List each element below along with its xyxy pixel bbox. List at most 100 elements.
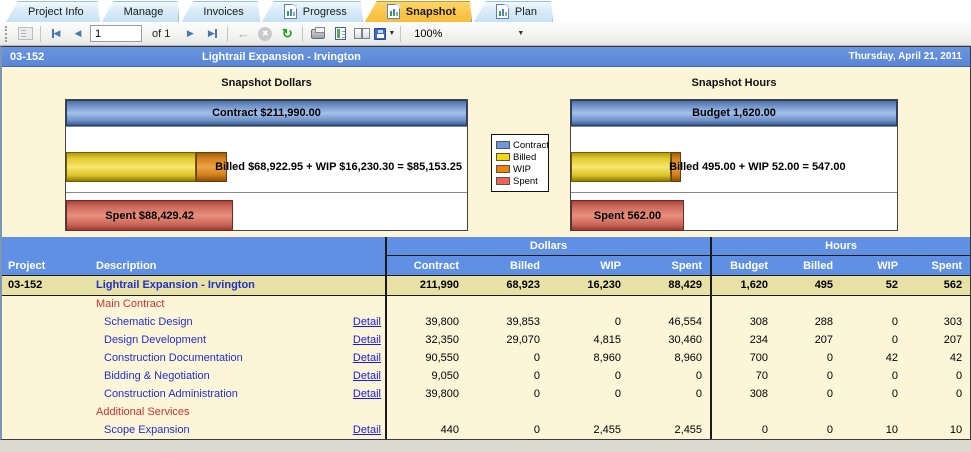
tab-label: Plan (515, 6, 537, 18)
spent-bar-label: Spent $88,429.42 (105, 210, 194, 222)
tab-invoices[interactable]: Invoices (181, 1, 259, 22)
col-wip-dollars: WIP (548, 255, 629, 275)
legend-item-billed: Billed (496, 151, 544, 163)
gridline (571, 192, 897, 193)
toolbar-grip[interactable] (5, 26, 10, 42)
group-dollars: Dollars (386, 237, 711, 255)
detail-link[interactable]: Detail (353, 370, 381, 382)
tab-label: Snapshot (406, 6, 456, 18)
stop-button[interactable]: ✖ (255, 24, 275, 44)
gridline (66, 192, 467, 193)
spent-bar: Spent $88,429.42 (66, 200, 233, 231)
section-label: Main Contract (90, 298, 164, 310)
zoom-caret-icon: ▼ (517, 30, 524, 37)
service-row: Scope ExpansionDetail 440 0 2,455 2,455 … (2, 421, 970, 439)
service-name: Construction Documentation (104, 352, 243, 364)
tab-project-info[interactable]: Project Info (6, 1, 100, 22)
detail-link[interactable]: Detail (353, 316, 381, 328)
page-number-input[interactable] (90, 25, 142, 42)
tab-strip: Project Info Manage Invoices Progress Sn… (0, 0, 971, 22)
snapshot-dollars-title: Snapshot Dollars (65, 77, 468, 89)
refresh-icon: ↻ (282, 26, 293, 42)
billed-wip-label: Billed 495.00 + WIP 52.00 = 547.00 (669, 152, 846, 182)
col-spent-hours: Spent (906, 255, 970, 275)
col-billed-dollars: Billed (467, 255, 548, 275)
detail-link[interactable]: Detail (353, 334, 381, 346)
next-page-button[interactable]: ▶ (180, 24, 200, 44)
col-project: Project (2, 237, 90, 275)
total-description: Lightrail Expansion - Irvington (90, 275, 386, 295)
back-arrow-icon: ← (237, 26, 250, 41)
chart-legend: Contract Billed WIP Spent (491, 134, 549, 192)
contract-bar: Contract $211,990.00 (66, 100, 467, 126)
report-parameters-button[interactable] (15, 24, 35, 44)
service-name: Scope Expansion (104, 424, 190, 436)
toolbar-separator (227, 26, 228, 42)
tab-progress[interactable]: Progress (262, 1, 363, 22)
col-wip-hours: WIP (841, 255, 906, 275)
tab-label: Progress (303, 6, 347, 18)
detail-link[interactable]: Detail (353, 424, 381, 436)
toolbar-separator (302, 26, 303, 42)
snapshot-hours-title: Snapshot Hours (570, 77, 898, 89)
group-hours: Hours (711, 237, 970, 255)
page-setup-button[interactable] (352, 24, 372, 44)
gridline (66, 126, 467, 127)
spent-bar-label: Spent 562.00 (594, 210, 661, 222)
detail-link[interactable]: Detail (353, 352, 381, 364)
budget-bar: Budget 1,620.00 (571, 100, 897, 126)
page-count-label: of 1 (152, 28, 170, 40)
zoom-select[interactable]: 100% ▼ (410, 25, 528, 43)
wip-swatch-icon (496, 165, 510, 173)
last-page-button[interactable]: ▶ (202, 24, 222, 44)
charts-panel: Snapshot Dollars Snapshot Hours Contract… (2, 67, 970, 237)
gridline (571, 126, 897, 127)
service-name: Construction Administration (104, 388, 238, 400)
toolbar-separator (400, 26, 401, 42)
section-row: Main Contract (2, 295, 970, 313)
legend-item-wip: WIP (496, 163, 544, 175)
tab-manage[interactable]: Manage (102, 1, 180, 22)
project-id: 03-152 (2, 51, 202, 63)
first-page-button[interactable]: ◀ (46, 24, 66, 44)
print-button[interactable] (308, 24, 328, 44)
print-layout-icon (335, 27, 346, 40)
previous-page-button[interactable]: ◀ (68, 24, 88, 44)
service-name: Design Development (104, 334, 206, 346)
tab-label: Invoices (203, 6, 243, 18)
zoom-value: 100% (414, 28, 515, 40)
toolbar-separator (40, 26, 41, 42)
detail-link[interactable]: Detail (353, 388, 381, 400)
service-row: Schematic DesignDetail 39,800 39,853 0 4… (2, 313, 970, 331)
tab-plan[interactable]: Plan (474, 1, 553, 22)
billed-bar (66, 152, 196, 182)
billed-wip-label: Billed $68,922.95 + WIP $16,230.30 = $85… (215, 152, 462, 182)
chart-document-icon (387, 4, 400, 19)
billed-wip-row: Billed 495.00 + WIP 52.00 = 547.00 (571, 152, 897, 182)
export-button[interactable]: ▼ (374, 24, 395, 44)
print-layout-button[interactable] (330, 24, 350, 44)
billed-wip-row: Billed $68,922.95 + WIP $16,230.30 = $85… (66, 152, 467, 182)
billed-swatch-icon (496, 153, 510, 161)
refresh-button[interactable]: ↻ (277, 24, 297, 44)
tab-label: Manage (124, 6, 164, 18)
save-icon (374, 28, 386, 40)
stop-icon: ✖ (258, 27, 272, 41)
chart-document-icon (496, 4, 509, 19)
printer-icon (311, 29, 325, 39)
service-name: Bidding & Negotiation (104, 370, 210, 382)
back-button[interactable]: ← (233, 24, 253, 44)
tab-label: Project Info (28, 6, 84, 18)
last-page-icon (215, 29, 217, 38)
snapshot-dollars-chart: Contract $211,990.00 Billed $68,922.95 +… (65, 99, 468, 231)
service-row: Design DevelopmentDetail 32,350 29,070 4… (2, 331, 970, 349)
table-group-header-row: Project Description Dollars Hours (2, 237, 970, 255)
spent-swatch-icon (496, 177, 510, 185)
report-body: 03-152 Lightrail Expansion - Irvington T… (0, 46, 971, 440)
tab-snapshot[interactable]: Snapshot (365, 1, 472, 22)
legend-item-spent: Spent (496, 175, 544, 187)
chart-document-icon (284, 4, 297, 19)
service-name: Schematic Design (104, 316, 193, 328)
col-contract: Contract (386, 255, 467, 275)
service-row: Bidding & NegotiationDetail 9,050 0 0 0 … (2, 367, 970, 385)
